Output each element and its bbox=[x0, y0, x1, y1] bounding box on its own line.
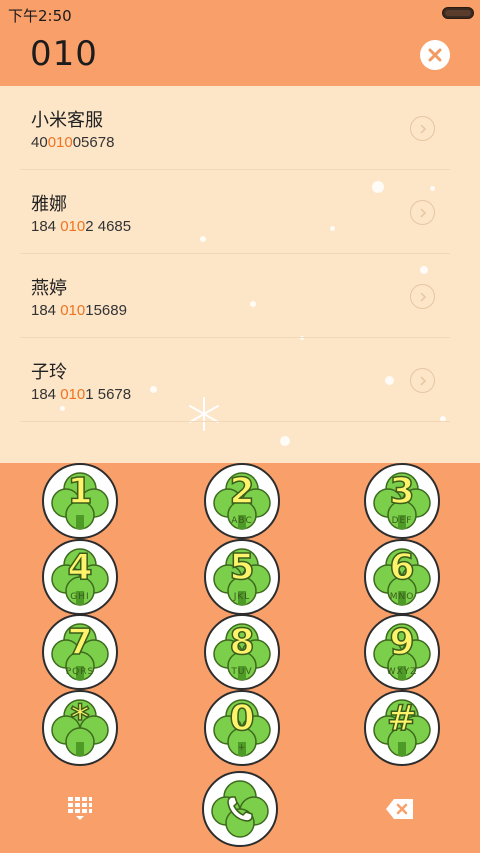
contact-row[interactable]: 子玲 184 0101 5678 bbox=[20, 338, 450, 422]
contact-detail-button[interactable] bbox=[410, 284, 435, 309]
contact-row[interactable]: 小米客服 4001005678 bbox=[20, 86, 450, 170]
status-bar: 下午2:50 bbox=[0, 0, 480, 26]
key-letters: PQRS bbox=[65, 667, 95, 677]
key-letters: WXYZ bbox=[386, 667, 418, 677]
keypad-key[interactable]: 7 PQRS bbox=[42, 614, 118, 690]
contact-detail-button[interactable] bbox=[410, 116, 435, 141]
clear-button[interactable] bbox=[420, 40, 450, 70]
keypad-key[interactable]: 3 DEF bbox=[364, 463, 440, 539]
key-digit: 8 bbox=[229, 621, 256, 664]
key-digit: 0 bbox=[229, 697, 256, 740]
backspace-button[interactable] bbox=[384, 796, 416, 822]
keypad-key[interactable]: 4 GHI bbox=[42, 539, 118, 615]
key-digit: # bbox=[386, 697, 418, 740]
key-digit: 5 bbox=[229, 546, 256, 589]
contact-number: 184 0101 5678 bbox=[31, 386, 132, 403]
key-digit: 2 bbox=[229, 470, 256, 513]
chevron-right-icon bbox=[419, 123, 426, 134]
keypad-key[interactable]: 5 JKL bbox=[204, 539, 280, 615]
key-letters: + bbox=[237, 743, 247, 753]
chevron-right-icon bbox=[419, 375, 426, 386]
keypad-key[interactable]: 1 bbox=[42, 463, 118, 539]
close-icon bbox=[428, 48, 442, 62]
contact-name: 小米客服 bbox=[31, 110, 103, 131]
key-letters: DEF bbox=[391, 516, 413, 526]
contact-name: 雅娜 bbox=[31, 194, 67, 215]
key-digit: 3 bbox=[389, 470, 416, 513]
toggle-keypad-button[interactable] bbox=[64, 793, 96, 825]
keypad-key[interactable]: 9 WXYZ bbox=[364, 614, 440, 690]
key-letters: TUV bbox=[231, 667, 253, 677]
call-button[interactable] bbox=[202, 771, 278, 847]
contact-number: 184 01015689 bbox=[31, 302, 127, 319]
key-digit: 9 bbox=[389, 621, 416, 664]
dialed-number-display: 010 bbox=[30, 34, 98, 74]
keypad-key[interactable]: 0 + bbox=[204, 690, 280, 766]
key-digit: 4 bbox=[67, 546, 94, 589]
key-letters: JKL bbox=[233, 592, 251, 602]
battery-icon bbox=[442, 7, 474, 19]
key-letters: MNO bbox=[389, 592, 415, 602]
key-letters: ABC bbox=[231, 516, 253, 526]
keypad-key[interactable]: 8 TUV bbox=[204, 614, 280, 690]
status-time: 下午2:50 bbox=[8, 7, 72, 25]
keypad-grid-icon bbox=[68, 797, 92, 820]
keypad-key[interactable]: 2 ABC bbox=[204, 463, 280, 539]
contact-name: 燕婷 bbox=[31, 278, 67, 299]
chevron-right-icon bbox=[419, 207, 426, 218]
contact-row[interactable]: 雅娜 184 0102 4685 bbox=[20, 170, 450, 254]
dial-header: 010 bbox=[0, 26, 480, 86]
chevron-right-icon bbox=[419, 291, 426, 302]
contact-number: 4001005678 bbox=[31, 134, 115, 151]
backspace-icon bbox=[386, 799, 413, 819]
contact-detail-button[interactable] bbox=[410, 368, 435, 393]
keypad-key[interactable]: # bbox=[364, 690, 440, 766]
keypad-key[interactable]: 6 MNO bbox=[364, 539, 440, 615]
key-digit: 6 bbox=[389, 546, 416, 589]
phone-icon bbox=[227, 796, 253, 822]
contact-detail-button[interactable] bbox=[410, 200, 435, 225]
contact-name: 子玲 bbox=[31, 362, 67, 383]
key-digit: 1 bbox=[67, 470, 94, 513]
key-letters: GHI bbox=[70, 592, 90, 602]
contact-number: 184 0102 4685 bbox=[31, 218, 132, 235]
contact-row[interactable]: 燕婷 184 01015689 bbox=[20, 254, 450, 338]
key-digit: 7 bbox=[67, 621, 94, 664]
keypad-key[interactable]: * bbox=[42, 690, 118, 766]
key-digit: * bbox=[70, 697, 90, 740]
contact-results-list: 小米客服 4001005678 雅娜 184 0102 4685 燕婷 184 … bbox=[0, 86, 480, 463]
